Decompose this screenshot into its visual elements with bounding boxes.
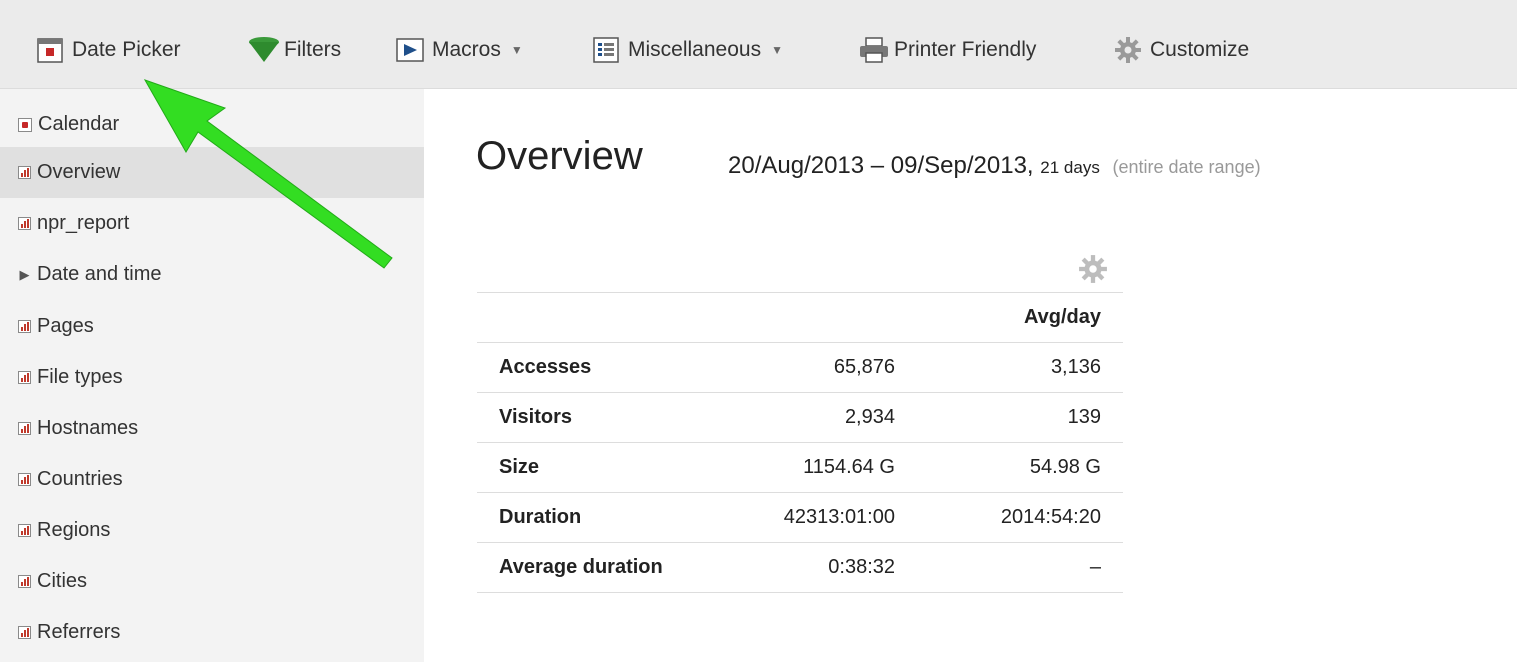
page-title: Overview: [476, 134, 643, 178]
row-avg: 3,136: [917, 342, 1123, 393]
filters-label: Filters: [284, 38, 342, 61]
row-label: Size: [477, 442, 717, 493]
row-avg: 2014:54:20: [917, 492, 1123, 543]
printer-friendly-button[interactable]: Printer Friendly: [858, 30, 1036, 70]
table-row: Size 1154.64 G 54.98 G: [477, 442, 1123, 493]
row-total: 42313:01:00: [717, 492, 917, 543]
table-row: Average duration 0:38:32 –: [477, 542, 1123, 593]
sidebar-item-pages[interactable]: Pages: [0, 301, 424, 352]
table-row: Visitors 2,934 139: [477, 392, 1123, 443]
date-range: 20/Aug/2013 – 09/Sep/2013, 21 days (enti…: [728, 152, 1261, 180]
row-avg: –: [917, 542, 1123, 593]
play-icon: [396, 36, 424, 64]
report-icon: [18, 320, 31, 333]
list-icon: [592, 36, 620, 64]
calendar-icon: [36, 36, 64, 64]
header-cell-total: [717, 292, 917, 343]
sidebar-item-referrers[interactable]: Referrers: [0, 607, 424, 658]
sidebar-item-label: Cities: [37, 570, 88, 592]
report-icon: [18, 626, 31, 639]
report-icon: [18, 371, 31, 384]
header-cell-avg: Avg/day: [917, 292, 1123, 343]
sidebar-item-label: Overview: [37, 161, 121, 183]
table-row: Duration 42313:01:00 2014:54:20: [477, 492, 1123, 543]
printer-friendly-label: Printer Friendly: [894, 38, 1037, 61]
header-cell-label: [477, 292, 717, 343]
date-range-text: 20/Aug/2013 – 09/Sep/2013,: [728, 152, 1034, 179]
report-icon: [18, 166, 31, 179]
macros-label: Macros: [432, 38, 501, 61]
sidebar-item-date-and-time[interactable]: ▶ Date and time: [0, 249, 424, 300]
row-total: 2,934: [717, 392, 917, 443]
sidebar-item-label: Referrers: [37, 621, 121, 643]
sidebar-item-label: File types: [37, 366, 123, 388]
sidebar-item-regions[interactable]: Regions: [0, 505, 424, 556]
row-avg: 139: [917, 392, 1123, 443]
sidebar-item-countries[interactable]: Countries: [0, 454, 424, 505]
sidebar: Calendar Overview npr_report ▶ Date and …: [0, 89, 424, 662]
calendar-icon: [18, 117, 32, 132]
report-icon: [18, 422, 31, 435]
report-icon: [18, 217, 31, 230]
sidebar-item-label: npr_report: [37, 212, 130, 234]
table-header-row: Avg/day: [477, 292, 1123, 343]
days-count: 21 days: [1040, 158, 1100, 177]
report-icon: [18, 524, 31, 537]
row-total: 0:38:32: [717, 542, 917, 593]
row-label: Accesses: [477, 342, 717, 393]
sidebar-item-label: Pages: [37, 315, 94, 337]
table-options-gear-icon[interactable]: [1078, 254, 1108, 284]
row-label: Duration: [477, 492, 717, 543]
sidebar-item-label: Hostnames: [37, 417, 139, 439]
date-picker-button[interactable]: Date Picker: [36, 30, 181, 70]
customize-label: Customize: [1150, 38, 1250, 61]
chevron-down-icon: ▼: [771, 43, 783, 57]
sidebar-item-file-types[interactable]: File types: [0, 352, 424, 403]
report-icon: [18, 473, 31, 486]
sidebar-item-cities[interactable]: Cities: [0, 556, 424, 607]
miscellaneous-label: Miscellaneous: [628, 38, 762, 61]
sidebar-item-label: Regions: [37, 519, 111, 541]
filters-button[interactable]: Filters: [248, 30, 341, 70]
date-picker-label: Date Picker: [72, 38, 181, 61]
sidebar-item-calendar[interactable]: Calendar: [0, 99, 424, 150]
table-row: Accesses 65,876 3,136: [477, 342, 1123, 393]
macros-button[interactable]: Macros ▼: [396, 30, 523, 70]
overview-table: Avg/day Accesses 65,876 3,136 Visitors 2…: [477, 292, 1123, 593]
sidebar-item-overview[interactable]: Overview: [0, 147, 424, 198]
row-avg: 54.98 G: [917, 442, 1123, 493]
range-note: (entire date range): [1112, 157, 1261, 177]
sidebar-item-npr-report[interactable]: npr_report: [0, 198, 424, 249]
sidebar-item-hostnames[interactable]: Hostnames: [0, 403, 424, 454]
funnel-icon: [248, 36, 279, 64]
sidebar-item-label: Countries: [37, 468, 123, 490]
miscellaneous-button[interactable]: Miscellaneous ▼: [592, 30, 783, 70]
toolbar: Date Picker Filters Macros ▼ Miscellaneo…: [0, 0, 1517, 89]
row-label: Average duration: [477, 542, 717, 593]
triangle-right-icon: ▶: [19, 266, 30, 282]
row-total: 65,876: [717, 342, 917, 393]
row-label: Visitors: [477, 392, 717, 443]
gear-icon: [1114, 36, 1142, 64]
printer-icon: [858, 36, 888, 64]
sidebar-item-label: Calendar: [38, 113, 120, 135]
chevron-down-icon: ▼: [510, 43, 523, 57]
report-icon: [18, 575, 31, 588]
row-total: 1154.64 G: [717, 442, 917, 493]
customize-button[interactable]: Customize: [1114, 30, 1249, 70]
sidebar-item-label: Date and time: [37, 263, 162, 285]
